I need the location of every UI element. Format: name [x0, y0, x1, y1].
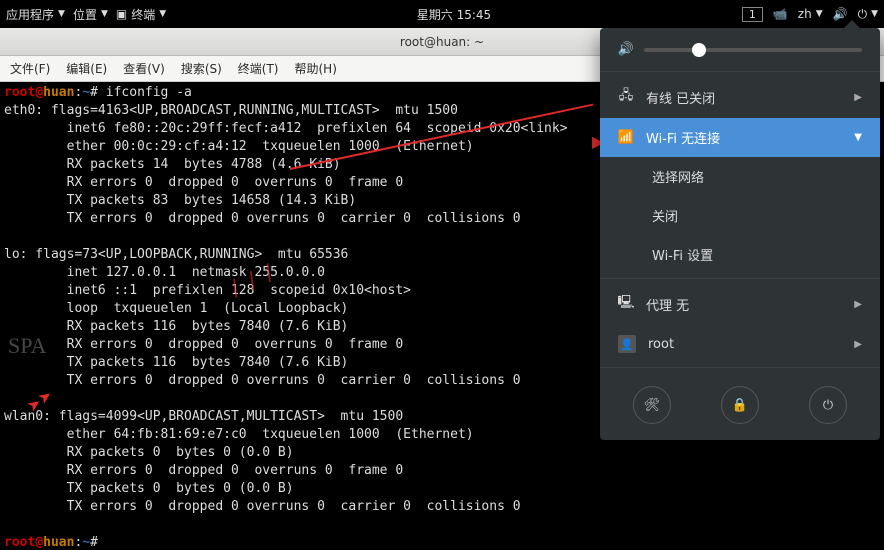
- divider: [600, 71, 880, 72]
- command-text: ifconfig -a: [98, 85, 192, 100]
- top-panel: 应用程序 ▼ 位置 ▼ ▣ 终端 ▼ 星期六 15:45 1 📹 zh ▼ 🔊 ⏻ ▼: [0, 0, 884, 28]
- wifi-off-label: 关闭: [652, 206, 862, 225]
- wifi-off[interactable]: 关闭: [600, 196, 880, 235]
- chevron-right-icon: ▶: [854, 339, 862, 350]
- menu-edit[interactable]: 编辑(E): [66, 60, 107, 77]
- volume-slider-icon: 🔊: [618, 42, 634, 57]
- prompt-user: root: [4, 85, 35, 100]
- wired-label: 有线 已关闭: [646, 88, 842, 107]
- wifi-label: Wi-Fi 无连接: [646, 128, 842, 147]
- wifi-icon: 📶: [618, 130, 634, 145]
- prompt-path-2: ~: [82, 535, 90, 550]
- places-menu[interactable]: 位置 ▼: [73, 6, 108, 23]
- prompt-host-2: huan: [43, 535, 74, 550]
- prompt-host: huan: [43, 85, 74, 100]
- system-status-popover: 🔊 🖧 有线 已关闭 ▶ 📶 Wi-Fi 无连接 ▼ 选择网络 关闭 Wi-Fi…: [600, 28, 880, 440]
- chevron-down-icon: ▼: [816, 9, 823, 19]
- power-menu[interactable]: ⏻ ▼: [858, 7, 878, 22]
- chevron-down-icon: ▼: [854, 132, 862, 143]
- settings-button[interactable]: 🛠: [633, 386, 671, 424]
- chevron-down-icon: ▼: [101, 9, 108, 19]
- wifi-settings[interactable]: Wi-Fi 设置: [600, 235, 880, 274]
- prompt-at: @: [35, 85, 43, 100]
- menu-search[interactable]: 搜索(S): [181, 60, 222, 77]
- language-label: zh: [798, 7, 812, 21]
- user-row[interactable]: 👤 root ▶: [600, 325, 880, 363]
- lock-button[interactable]: 🔒: [721, 386, 759, 424]
- prompt-hash-2: #: [90, 535, 98, 550]
- wired-icon: 🖧: [618, 86, 634, 108]
- chevron-down-icon: ▼: [159, 9, 166, 19]
- volume-slider[interactable]: [644, 48, 862, 52]
- wifi-row[interactable]: 📶 Wi-Fi 无连接 ▼: [600, 118, 880, 157]
- user-label: root: [648, 337, 842, 352]
- recorder-icon[interactable]: 📹: [773, 7, 788, 21]
- chevron-right-icon: ▶: [854, 92, 862, 103]
- proxy-icon: 🖳: [618, 293, 634, 315]
- chevron-down-icon: ▼: [58, 9, 65, 19]
- proxy-row[interactable]: 🖳 代理 无 ▶: [600, 283, 880, 325]
- wired-row[interactable]: 🖧 有线 已关闭 ▶: [600, 76, 880, 118]
- power-button[interactable]: ⏻: [809, 386, 847, 424]
- input-method[interactable]: zh ▼: [798, 7, 823, 21]
- applications-label: 应用程序: [6, 6, 54, 23]
- menu-file[interactable]: 文件(F): [10, 60, 50, 77]
- menu-help[interactable]: 帮助(H): [295, 60, 337, 77]
- menu-terminal[interactable]: 终端(T): [238, 60, 279, 77]
- window-title: root@huan: ~: [400, 35, 484, 49]
- wifi-settings-label: Wi-Fi 设置: [652, 245, 862, 264]
- chevron-down-icon: ▼: [871, 9, 878, 19]
- prompt-hash: #: [90, 85, 98, 100]
- proxy-label: 代理 无: [646, 295, 842, 314]
- active-app-label: 终端: [131, 6, 155, 23]
- prompt-path: ~: [82, 85, 90, 100]
- divider: [600, 367, 880, 368]
- terminal-small-icon: ▣: [116, 7, 127, 21]
- clock[interactable]: 星期六 15:45: [166, 6, 742, 23]
- active-app[interactable]: ▣ 终端 ▼: [116, 6, 166, 23]
- prompt-user-2: root: [4, 535, 35, 550]
- terminal-output: eth0: flags=4163<UP,BROADCAST,RUNNING,MU…: [4, 103, 568, 514]
- avatar-icon: 👤: [618, 335, 636, 353]
- volume-icon[interactable]: 🔊: [833, 7, 848, 21]
- workspace-indicator[interactable]: 1: [742, 7, 763, 22]
- places-label: 位置: [73, 6, 97, 23]
- wifi-select-network[interactable]: 选择网络: [600, 157, 880, 196]
- chevron-right-icon: ▶: [854, 299, 862, 310]
- applications-menu[interactable]: 应用程序 ▼: [6, 6, 65, 23]
- divider: [600, 278, 880, 279]
- select-network-label: 选择网络: [652, 167, 862, 186]
- menu-view[interactable]: 查看(V): [123, 60, 165, 77]
- prompt-at-2: @: [35, 535, 43, 550]
